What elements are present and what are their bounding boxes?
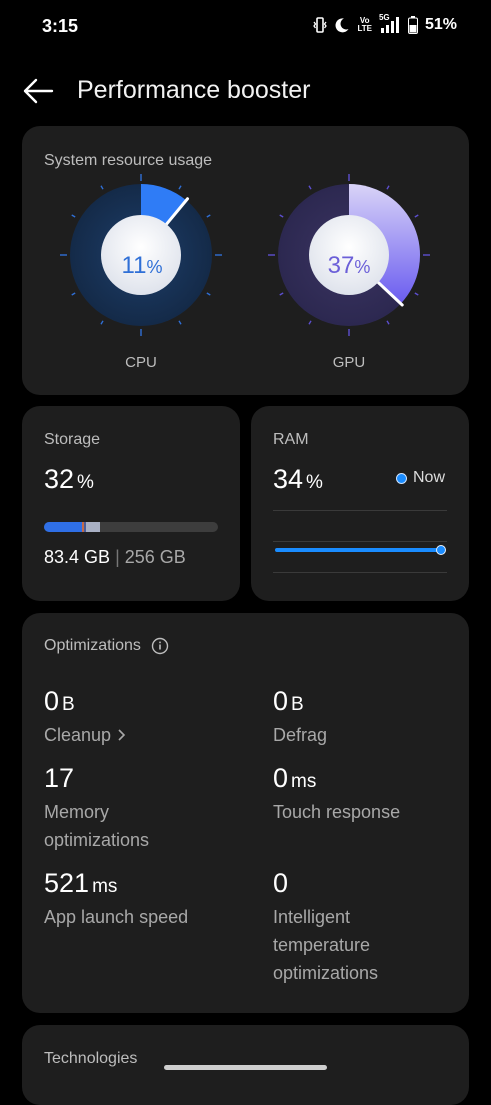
legend-dot-icon [396, 472, 407, 484]
ram-grid-line-top [273, 510, 447, 511]
storage-percent: 32% [44, 464, 94, 494]
status-time: 3:15 [42, 16, 79, 36]
memory-value: 17 [44, 763, 75, 793]
optimizations-card: Optimizations 0B Cleanup 0B Defrag 17 Me… [22, 613, 469, 1013]
ram-grid-line-bottom [273, 572, 447, 573]
cpu-value: 11% [121, 252, 163, 279]
gpu-tick [308, 185, 312, 190]
ram-percent: 34% [273, 464, 323, 494]
arrow-left-icon [23, 78, 54, 104]
defrag-value: 0B [273, 686, 304, 716]
page-title: Performance booster [77, 76, 311, 104]
storage-bar-fill [44, 522, 100, 532]
cpu-tick [178, 320, 182, 325]
ram-legend: Now [396, 469, 445, 487]
temperature-label: Intelligent temperature optimizations [273, 907, 379, 983]
ram-grid-line-mid [273, 541, 447, 542]
ram-usage-point [436, 545, 446, 555]
volte-indicator: Vo LTE [357, 16, 372, 33]
cpu-tick [206, 292, 211, 296]
vibrate-icon [313, 17, 328, 33]
cpu-tick [71, 292, 76, 296]
storage-bar [44, 522, 218, 532]
storage-card[interactable]: Storage 32% 83.4 GB | 256 GB [22, 406, 240, 601]
chevron-right-icon [118, 729, 126, 741]
battery-icon [407, 16, 418, 34]
status-icons: Vo LTE 5G 51% [313, 13, 457, 34]
gpu-tick [386, 320, 390, 325]
app-launch-label: App launch speed [44, 907, 189, 927]
storage-label: Storage [44, 431, 101, 448]
storage-capacity: 83.4 GB | 256 GB [44, 547, 186, 567]
cpu-tick [100, 185, 104, 190]
gpu-tick [279, 214, 284, 218]
gpu-label: GPU [332, 354, 366, 371]
ram-label: RAM [273, 431, 309, 448]
battery-percent: 51% [424, 16, 457, 33]
home-indicator[interactable] [164, 1065, 327, 1070]
gpu-tick [414, 214, 419, 218]
touch-label: Touch response [273, 802, 401, 822]
gpu-tick [414, 292, 419, 296]
ram-usage-line [275, 548, 441, 552]
back-button[interactable] [22, 76, 54, 106]
signal-icon: 5G [379, 13, 401, 34]
technologies-label: Technologies [44, 1050, 138, 1067]
cpu-label: CPU [125, 354, 157, 371]
cpu-tick [71, 214, 76, 218]
cleanup-value: 0B [44, 686, 75, 716]
system-resource-card[interactable]: System resource usage 11% CPU 37% GPU [22, 126, 469, 395]
ram-card[interactable]: RAM 34% Now [251, 406, 469, 601]
cpu-tick [178, 185, 182, 190]
gpu-tick [308, 320, 312, 325]
gpu-tick [386, 185, 390, 190]
system-resource-label: System resource usage [44, 152, 213, 169]
temperature-value: 0 [273, 868, 289, 898]
gpu-value: 37% [327, 252, 371, 279]
app-launch-value: 521 ms [44, 868, 118, 898]
moon-icon [335, 18, 349, 33]
optimizations-header: Optimizations [44, 637, 169, 655]
cpu-tick [100, 320, 104, 325]
defrag-label: Defrag [273, 725, 328, 745]
touch-value: 0 ms [273, 763, 317, 793]
cpu-tick [206, 214, 211, 218]
info-icon[interactable] [151, 637, 169, 655]
gpu-tick [279, 292, 284, 296]
cleanup-link[interactable]: Cleanup [44, 721, 127, 749]
memory-label: Memory optimizations [44, 802, 150, 850]
